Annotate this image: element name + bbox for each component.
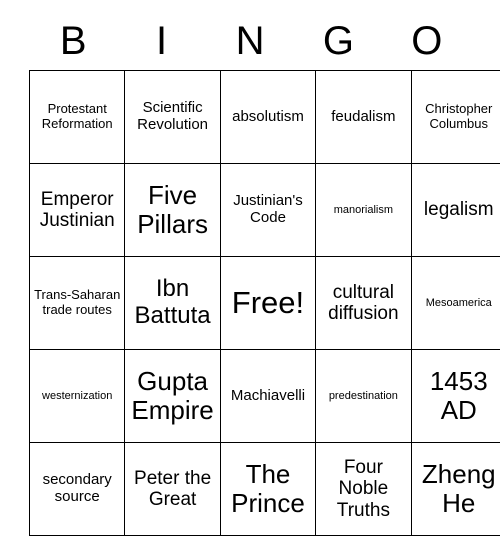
bingo-cell[interactable]: absolutism bbox=[219, 70, 317, 164]
bingo-cell[interactable]: Scientific Revolution bbox=[124, 70, 221, 164]
bingo-cell[interactable]: manorialism bbox=[315, 163, 412, 257]
bingo-card: B I N G O Protestant Reformation Scienti… bbox=[28, 12, 500, 536]
bingo-header-letter-n: N bbox=[235, 19, 265, 63]
bingo-cell[interactable]: predestination bbox=[315, 349, 412, 443]
bingo-cell[interactable]: cultural diffusion bbox=[315, 256, 412, 350]
bingo-grid: Protestant Reformation Scientific Revolu… bbox=[28, 70, 500, 536]
bingo-cell[interactable]: Emperor Justinian bbox=[28, 163, 126, 257]
bingo-cell[interactable]: secondary source bbox=[28, 442, 126, 536]
bingo-row: Emperor Justinian Five Pillars Justinian… bbox=[28, 163, 500, 257]
bingo-cell[interactable]: legalism bbox=[410, 163, 500, 257]
bingo-header-letter-b: B bbox=[59, 19, 87, 63]
bingo-cell[interactable]: Trans-Saharan trade routes bbox=[28, 256, 126, 350]
bingo-cell[interactable]: Four Noble Truths bbox=[315, 442, 412, 536]
bingo-cell[interactable]: Five Pillars bbox=[124, 163, 221, 257]
bingo-cell-free[interactable]: Free! bbox=[219, 256, 317, 350]
bingo-cell[interactable]: Christopher Columbus bbox=[410, 70, 500, 164]
bingo-cell[interactable]: Justinian's Code bbox=[219, 163, 317, 257]
bingo-cell[interactable]: westernization bbox=[28, 349, 126, 443]
bingo-row: secondary source Peter the Great The Pri… bbox=[28, 442, 500, 536]
bingo-cell[interactable]: Zheng He bbox=[410, 442, 500, 536]
bingo-row: Trans-Saharan trade routes Ibn Battuta F… bbox=[28, 256, 500, 350]
bingo-cell[interactable]: Machiavelli bbox=[219, 349, 317, 443]
bingo-cell[interactable]: Peter the Great bbox=[124, 442, 221, 536]
bingo-cell[interactable]: Mesoamerica bbox=[410, 256, 500, 350]
bingo-header: B I N G O bbox=[29, 12, 471, 70]
bingo-cell[interactable]: Protestant Reformation bbox=[28, 70, 126, 164]
bingo-header-letter-o: O bbox=[411, 19, 443, 63]
bingo-cell[interactable]: 1453 AD bbox=[410, 349, 500, 443]
bingo-header-letter-g: G bbox=[322, 19, 354, 63]
bingo-row: westernization Gupta Empire Machiavelli … bbox=[28, 349, 500, 443]
bingo-row: Protestant Reformation Scientific Revolu… bbox=[28, 70, 500, 164]
bingo-cell[interactable]: Ibn Battuta bbox=[124, 256, 221, 350]
bingo-cell[interactable]: feudalism bbox=[315, 70, 412, 164]
bingo-header-letter-i: I bbox=[156, 19, 168, 63]
bingo-cell[interactable]: The Prince bbox=[219, 442, 317, 536]
bingo-cell[interactable]: Gupta Empire bbox=[124, 349, 221, 443]
